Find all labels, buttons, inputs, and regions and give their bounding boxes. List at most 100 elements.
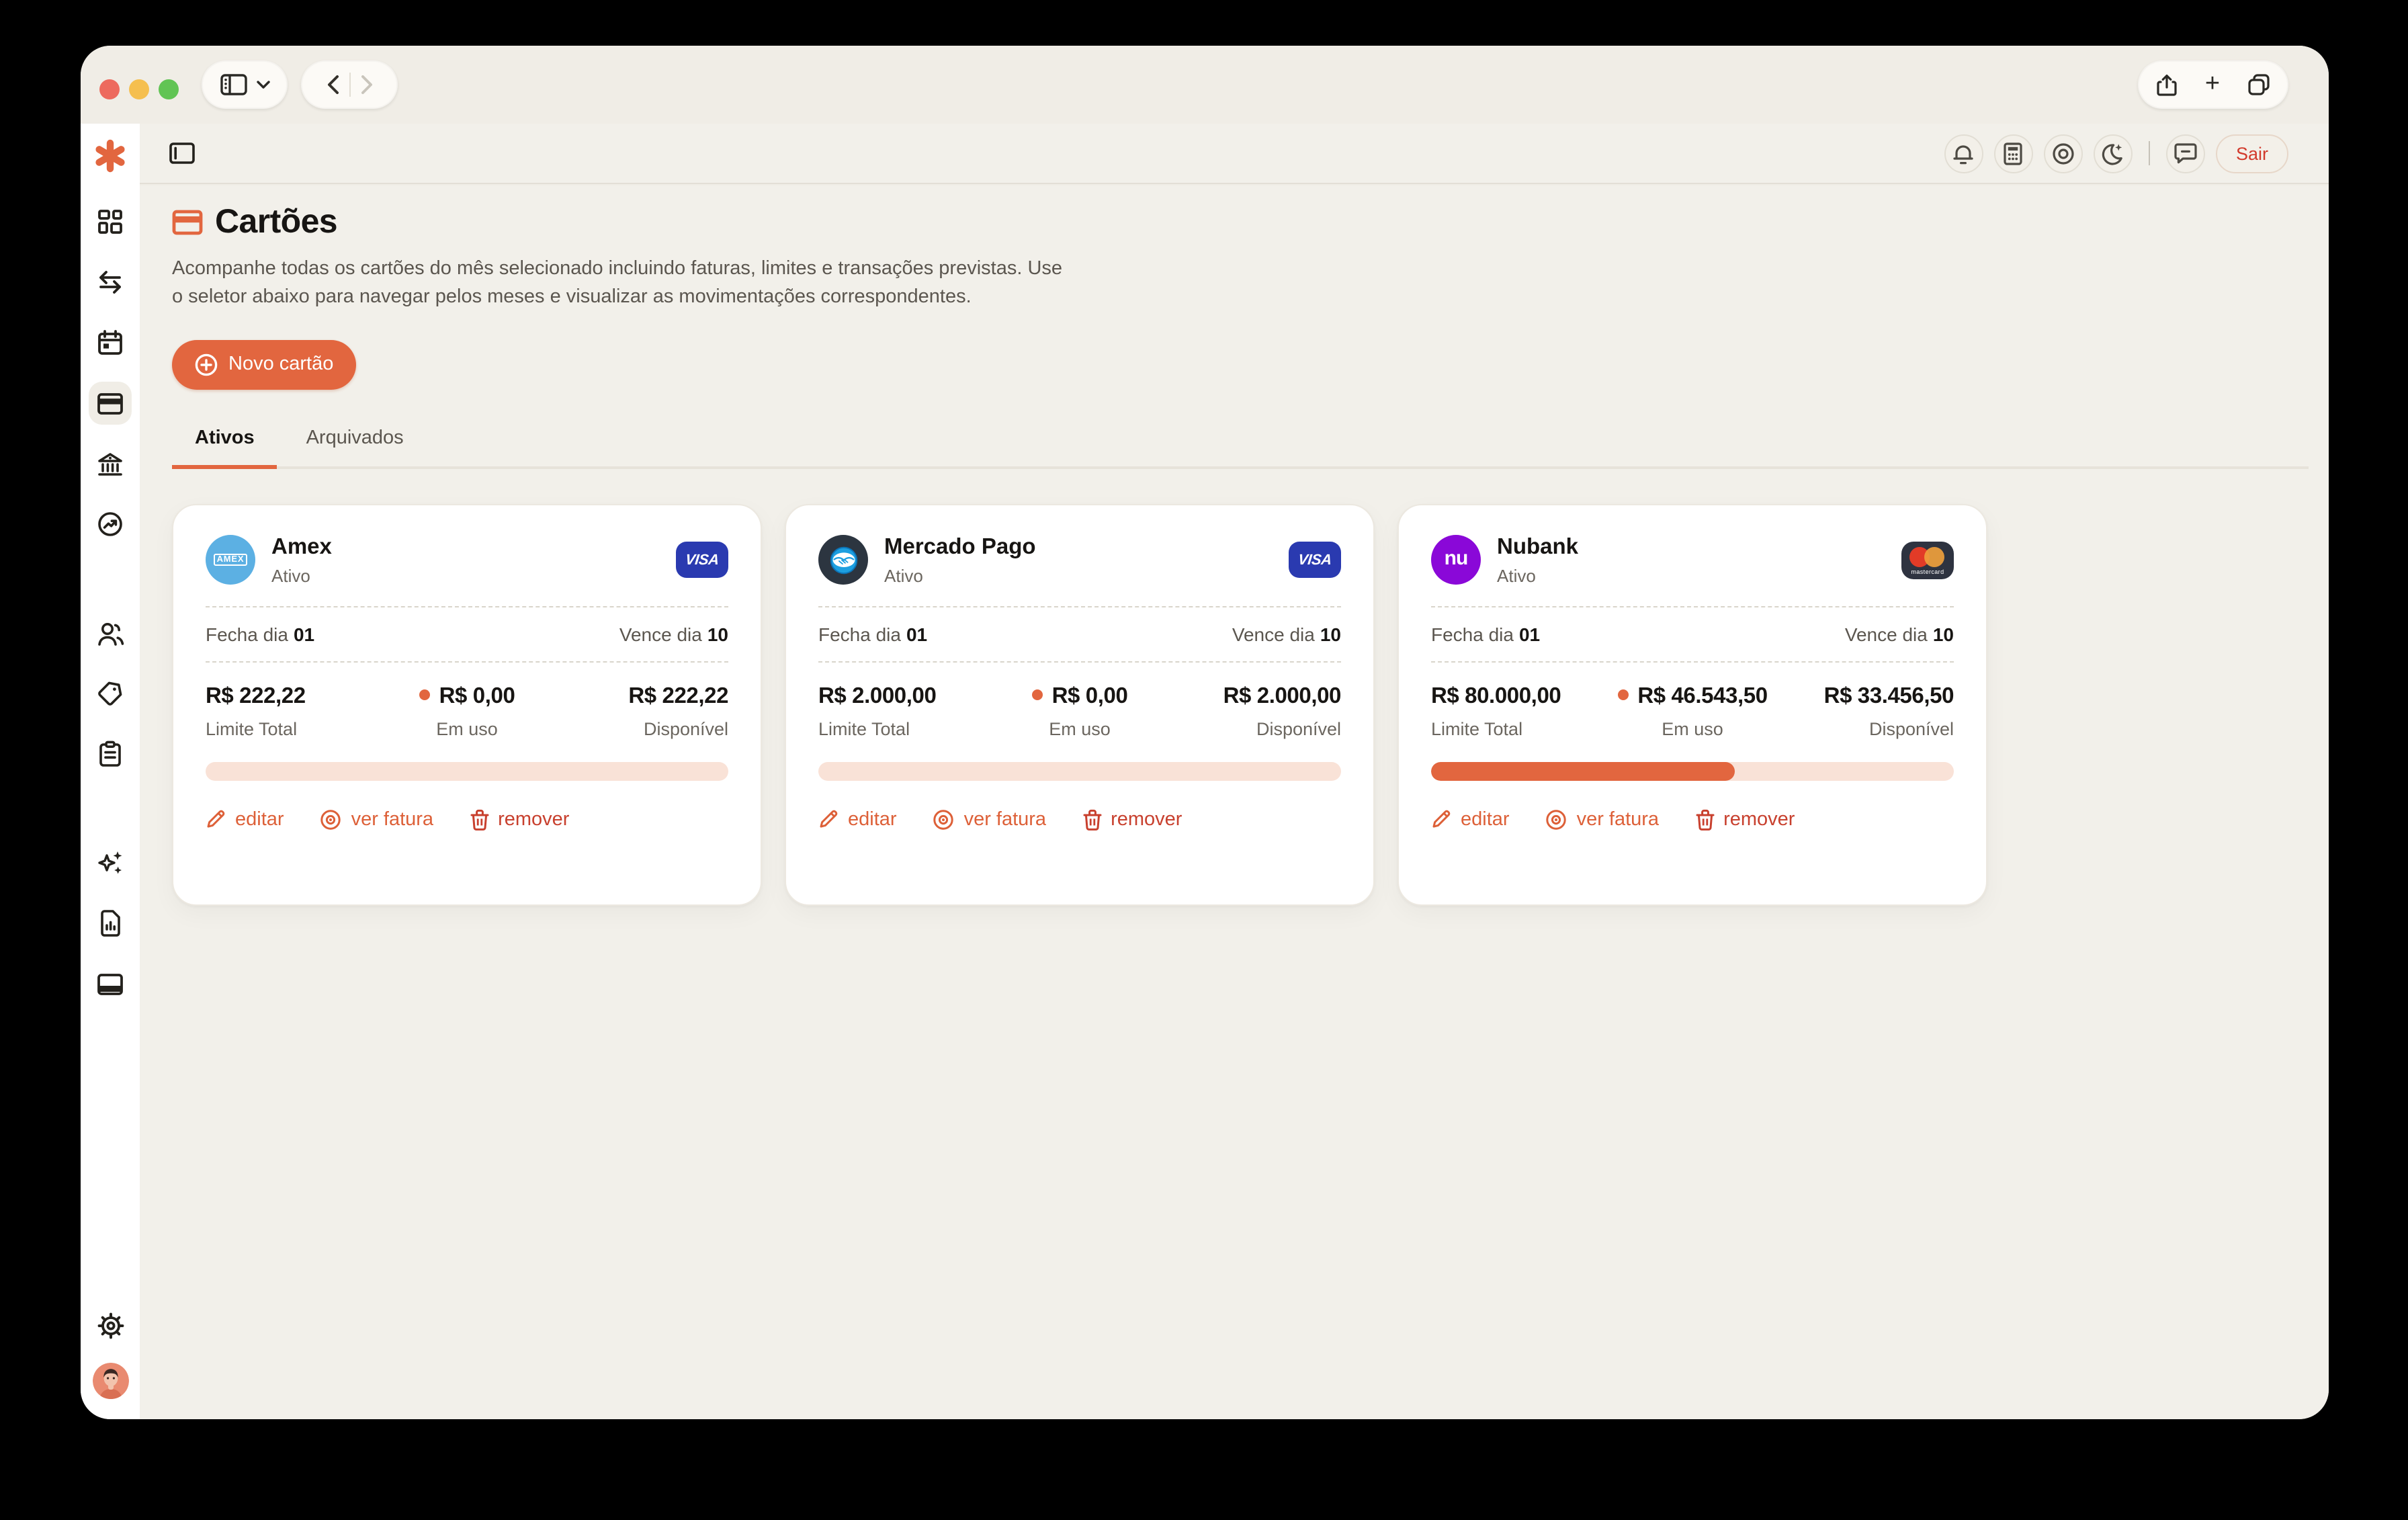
tab-ativos[interactable]: Ativos xyxy=(172,427,277,466)
moon-sparkle-icon xyxy=(2101,142,2125,165)
visa-badge: VISA xyxy=(1289,542,1341,579)
edit-card-link[interactable]: editar xyxy=(206,809,284,831)
minimize-window-button[interactable] xyxy=(129,79,149,99)
page-title-card-icon xyxy=(172,210,203,235)
sidebar-item-tags[interactable] xyxy=(89,672,132,715)
mastercard-badge: mastercard xyxy=(1901,542,1954,579)
sidebar-item-investments[interactable] xyxy=(89,503,132,546)
sidebar-item-accounts[interactable] xyxy=(89,442,132,485)
eye-target-icon xyxy=(2052,142,2075,165)
in-use-dot xyxy=(1032,689,1043,700)
mastercard-orange-circle xyxy=(1924,547,1944,567)
feedback-button[interactable] xyxy=(2166,134,2205,173)
sidebar-item-dashboard[interactable] xyxy=(89,200,132,243)
sidebar-item-planning[interactable] xyxy=(89,732,132,775)
dark-mode-button[interactable] xyxy=(2094,134,2133,173)
user-avatar[interactable] xyxy=(92,1363,128,1399)
card-issuer-avatar: AMEX xyxy=(206,536,255,585)
visa-badge: VISA xyxy=(676,542,728,579)
sidebar-item-reports[interactable] xyxy=(89,902,132,945)
tabs: Ativos Arquivados xyxy=(172,426,2309,469)
amex-logo: AMEX xyxy=(214,554,248,566)
sidebar-item-ai[interactable] xyxy=(89,841,132,884)
sidebar-item-cards[interactable] xyxy=(89,382,132,425)
calculator-icon xyxy=(2004,142,2023,165)
remove-card-link[interactable]: remover xyxy=(1695,809,1795,831)
window-titlebar: + xyxy=(81,46,2329,124)
new-tab-button[interactable]: + xyxy=(2205,71,2220,96)
metric-limit: R$ 80.000,00 Limite Total xyxy=(1431,684,1605,739)
app-window: + xyxy=(81,46,2329,1419)
new-card-button[interactable]: Novo cartão xyxy=(172,340,356,390)
close-window-button[interactable] xyxy=(99,79,120,99)
remove-card-link[interactable]: remover xyxy=(1082,809,1182,831)
close-day: Fecha dia01 xyxy=(818,624,927,645)
divider xyxy=(206,606,728,607)
due-day: Vence dia10 xyxy=(1845,624,1954,645)
in-use-dot xyxy=(1617,689,1628,700)
main-content: Cartões Acompanhe todas os cartões do mê… xyxy=(140,185,2329,1419)
metric-in-use: R$ 46.543,50 Em uso xyxy=(1605,684,1779,739)
nav-divider xyxy=(349,73,350,97)
new-card-button-label: Novo cartão xyxy=(228,354,333,376)
sidebar-item-transactions[interactable] xyxy=(89,261,132,304)
pencil-icon xyxy=(1431,810,1451,830)
share-icon[interactable] xyxy=(2157,73,2177,96)
edit-card-link[interactable]: editar xyxy=(1431,809,1510,831)
edit-card-link[interactable]: editar xyxy=(818,809,897,831)
card-alt-icon xyxy=(97,972,124,995)
mercado-pago-handshake-logo xyxy=(827,544,859,577)
settings-button[interactable] xyxy=(89,1304,132,1347)
bank-icon xyxy=(97,451,124,476)
sidebar-item-members[interactable] xyxy=(89,611,132,655)
remove-card-link[interactable]: remover xyxy=(470,809,569,831)
card-mercado-pago: Mercado Pago Ativo VISA Fecha dia01 Venc… xyxy=(785,504,1375,906)
divider xyxy=(206,661,728,663)
document-chart-icon xyxy=(98,910,122,937)
bell-icon xyxy=(1953,142,1975,165)
view-invoice-link[interactable]: ver fatura xyxy=(320,809,434,831)
close-day: Fecha dia01 xyxy=(206,624,314,645)
logout-button[interactable]: Sair xyxy=(2216,134,2288,173)
divider xyxy=(818,661,1341,663)
calculator-button[interactable] xyxy=(1994,134,2033,173)
tab-overview-icon[interactable] xyxy=(2248,74,2270,95)
app-logo-asterisk-icon xyxy=(93,138,128,173)
sidebar-item-subscriptions[interactable] xyxy=(89,962,132,1005)
usage-progressbar xyxy=(818,762,1341,781)
forward-button[interactable] xyxy=(361,75,373,94)
tag-icon xyxy=(97,680,124,707)
credit-card-icon xyxy=(97,392,124,415)
cards-list: AMEX Amex Ativo VISA Fecha dia01 Vence d… xyxy=(172,504,2307,906)
metric-limit: R$ 2.000,00 Limite Total xyxy=(818,684,992,739)
notifications-button[interactable] xyxy=(1944,134,1983,173)
view-invoice-link[interactable]: ver fatura xyxy=(1546,809,1660,831)
usage-progress-fill xyxy=(1431,762,1734,781)
back-button[interactable] xyxy=(326,75,338,94)
window-actions: + xyxy=(2138,60,2288,109)
tab-arquivados[interactable]: Arquivados xyxy=(284,427,427,466)
collapse-sidebar-icon[interactable] xyxy=(169,142,195,164)
view-invoice-link[interactable]: ver fatura xyxy=(933,809,1047,831)
sidebar-toggle-button[interactable] xyxy=(202,60,288,109)
divider xyxy=(818,606,1341,607)
card-issuer-avatar xyxy=(818,536,868,585)
card-name: Nubank xyxy=(1497,535,1578,560)
metric-limit: R$ 222,22 Limite Total xyxy=(206,684,380,739)
calendar-icon xyxy=(97,329,124,356)
page-title: Cartões xyxy=(215,203,337,242)
chevron-down-icon xyxy=(256,81,269,89)
pencil-icon xyxy=(206,810,226,830)
dashboard-grid-icon xyxy=(97,208,124,235)
divider xyxy=(1431,661,1954,663)
clipboard-icon xyxy=(98,741,122,767)
privacy-button[interactable] xyxy=(2044,134,2083,173)
transfer-arrows-icon xyxy=(97,270,124,294)
user-avatar-illustration xyxy=(92,1363,128,1399)
metric-available: R$ 222,22 Disponível xyxy=(554,684,728,739)
history-nav xyxy=(301,60,398,109)
card-status: Ativo xyxy=(884,566,1036,586)
header-divider xyxy=(2149,141,2150,165)
zoom-window-button[interactable] xyxy=(159,79,179,99)
sidebar-item-calendar[interactable] xyxy=(89,321,132,364)
